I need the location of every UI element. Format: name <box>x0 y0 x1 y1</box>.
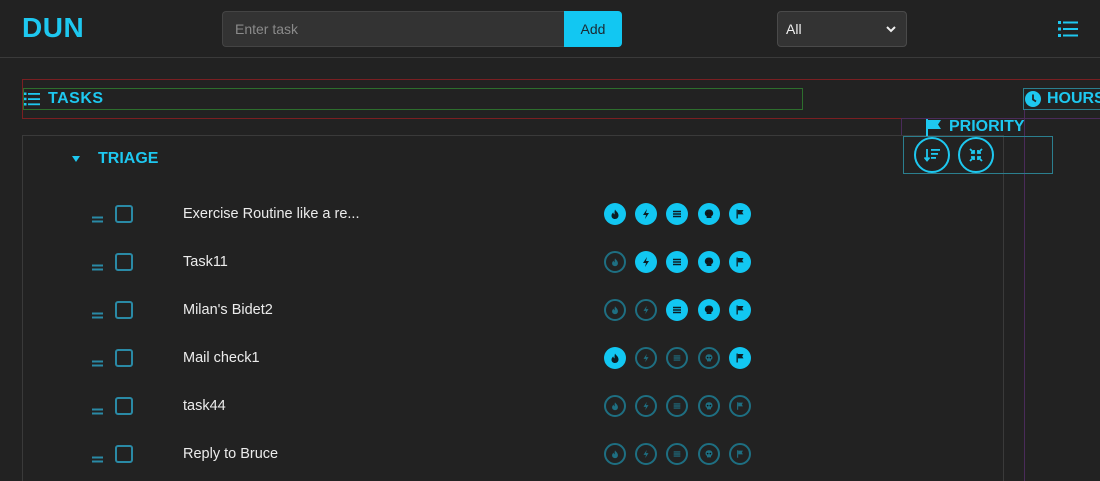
task-title[interactable]: Task11 <box>183 254 228 270</box>
task-checkbox[interactable] <box>115 205 133 223</box>
fire-icon[interactable] <box>604 395 626 417</box>
triage-group-header[interactable]: TRIAGE <box>72 150 158 168</box>
skull-icon[interactable] <box>698 347 720 369</box>
bolt-icon[interactable] <box>635 251 657 273</box>
drag-handle-icon[interactable] <box>92 450 103 463</box>
flag-icon[interactable] <box>729 347 751 369</box>
fire-icon[interactable] <box>604 251 626 273</box>
bolt-icon[interactable] <box>635 299 657 321</box>
layers-icon[interactable] <box>666 299 688 321</box>
task-title[interactable]: Milan's Bidet2 <box>183 302 273 318</box>
task-title[interactable]: task44 <box>183 398 226 414</box>
flag-icon[interactable] <box>729 251 751 273</box>
clock-icon <box>1025 91 1041 107</box>
task-checkbox[interactable] <box>115 445 133 463</box>
task-checkbox[interactable] <box>115 301 133 319</box>
layers-icon[interactable] <box>666 395 688 417</box>
drag-handle-icon[interactable] <box>92 210 103 223</box>
flag-icon[interactable] <box>729 299 751 321</box>
skull-icon[interactable] <box>698 203 720 225</box>
task-title[interactable]: Exercise Routine like a re... <box>183 206 360 222</box>
task-row[interactable]: Milan's Bidet2 <box>0 286 1000 334</box>
sort-button[interactable] <box>914 137 950 173</box>
bolt-icon[interactable] <box>635 347 657 369</box>
task-checkbox[interactable] <box>115 397 133 415</box>
task-row[interactable]: Exercise Routine like a re... <box>0 190 1000 238</box>
collapse-button[interactable] <box>958 137 994 173</box>
task-checkbox[interactable] <box>115 253 133 271</box>
task-checkbox[interactable] <box>115 349 133 367</box>
hours-heading: HOURS <box>1025 90 1100 108</box>
fire-icon[interactable] <box>604 347 626 369</box>
group-label: TRIAGE <box>98 150 159 167</box>
filter-select[interactable]: All <box>777 11 907 47</box>
app: DUN Add All TASKS HOURS TRIAGE <box>0 0 1100 481</box>
list-icon <box>24 92 40 106</box>
flag-icon[interactable] <box>729 203 751 225</box>
drag-handle-icon[interactable] <box>92 306 103 319</box>
layers-icon[interactable] <box>666 347 688 369</box>
list-icon[interactable] <box>1058 20 1078 38</box>
flag-icon[interactable] <box>729 443 751 465</box>
skull-icon[interactable] <box>698 251 720 273</box>
sort-icon <box>924 149 940 162</box>
bolt-icon[interactable] <box>635 395 657 417</box>
drag-handle-icon[interactable] <box>92 402 103 415</box>
fire-icon[interactable] <box>604 203 626 225</box>
flag-icon <box>926 118 941 136</box>
task-title[interactable]: Mail check1 <box>183 350 260 366</box>
bolt-icon[interactable] <box>635 203 657 225</box>
layers-icon[interactable] <box>666 251 688 273</box>
flag-icon[interactable] <box>729 395 751 417</box>
fire-icon[interactable] <box>604 443 626 465</box>
task-row[interactable]: Mail check1 <box>0 334 1000 382</box>
tasks-header-outline <box>23 88 803 110</box>
top-bar: DUN Add All <box>0 0 1100 58</box>
tasks-label: TASKS <box>48 90 104 107</box>
caret-down-icon[interactable] <box>72 156 80 162</box>
bolt-icon[interactable] <box>635 443 657 465</box>
filter-select-value: All <box>786 21 802 37</box>
brand-logo[interactable]: DUN <box>22 12 84 44</box>
fire-icon[interactable] <box>604 299 626 321</box>
task-row[interactable]: task44 <box>0 382 1000 430</box>
task-row[interactable]: Task11 <box>0 238 1000 286</box>
add-button[interactable]: Add <box>564 11 622 47</box>
drag-handle-icon[interactable] <box>92 354 103 367</box>
priority-label: PRIORITY <box>949 118 1025 135</box>
drag-handle-icon[interactable] <box>92 258 103 271</box>
priority-heading: PRIORITY <box>926 118 1025 136</box>
hours-label: HOURS <box>1047 90 1100 107</box>
layers-icon[interactable] <box>666 203 688 225</box>
task-row[interactable]: Reply to Bruce <box>0 430 1000 478</box>
chevron-down-icon <box>886 25 896 32</box>
skull-icon[interactable] <box>698 395 720 417</box>
skull-icon[interactable] <box>698 443 720 465</box>
skull-icon[interactable] <box>698 299 720 321</box>
layers-icon[interactable] <box>666 443 688 465</box>
task-input[interactable] <box>222 11 565 47</box>
task-title[interactable]: Reply to Bruce <box>183 446 278 462</box>
tasks-heading: TASKS <box>24 90 104 108</box>
compress-icon <box>969 148 983 162</box>
